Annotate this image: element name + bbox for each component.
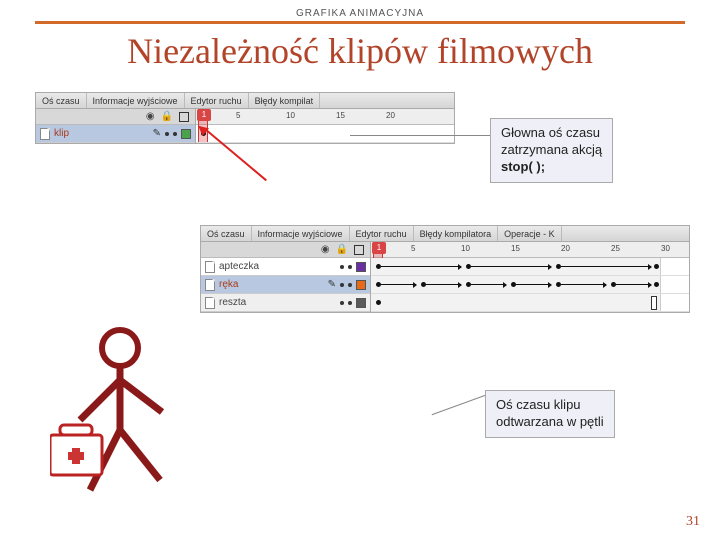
layer-row-reka[interactable]: ręka ✎ xyxy=(201,276,370,294)
layer-type-icon xyxy=(205,261,215,273)
tab-os-czasu[interactable]: Oś czasu xyxy=(36,93,87,108)
tween xyxy=(561,266,651,267)
keyframe[interactable] xyxy=(654,264,659,269)
tab-operacje[interactable]: Operacje - K xyxy=(498,226,562,241)
layer-name: klip xyxy=(54,128,149,139)
tween xyxy=(381,266,461,267)
timeline-tabs: Oś czasu Informacje wyjściowe Edytor ruc… xyxy=(201,226,689,242)
keyframe[interactable] xyxy=(654,282,659,287)
frame-row[interactable] xyxy=(371,276,689,294)
layer-name: reszta xyxy=(219,297,336,308)
layer-column: ◉ 🔒 apteczka ręka ✎ reszta xyxy=(201,242,371,312)
tab-edytor[interactable]: Edytor ruchu xyxy=(350,226,414,241)
layer-row-klip[interactable]: klip ✎ xyxy=(36,125,195,143)
tab-info[interactable]: Informacje wyjściowe xyxy=(252,226,350,241)
tab-bledy[interactable]: Błędy kompilat xyxy=(249,93,321,108)
timeline-panel-clip: Oś czasu Informacje wyjściowe Edytor ruc… xyxy=(200,225,690,313)
layer-header: ◉ 🔒 xyxy=(36,109,195,125)
end-frame[interactable] xyxy=(651,296,657,310)
timeline-panel-main: Oś czasu Informacje wyjściowe Edytor ruc… xyxy=(35,92,455,144)
playhead-label: 1 xyxy=(372,242,386,254)
tab-bledy[interactable]: Błędy kompilatora xyxy=(414,226,499,241)
layer-header: ◉ 🔒 xyxy=(201,242,370,258)
frame-row[interactable] xyxy=(371,294,689,312)
callout-main-axis: Głowna oś czasu zatrzymana akcją stop( )… xyxy=(490,118,613,183)
tween xyxy=(516,284,551,285)
tween xyxy=(471,284,506,285)
lock-icon[interactable]: 🔒 xyxy=(161,111,173,122)
layer-row-reszta[interactable]: reszta xyxy=(201,294,370,312)
layer-type-icon xyxy=(40,128,50,140)
layer-type-icon xyxy=(205,279,215,291)
vis-dot xyxy=(340,301,344,305)
vis-dot xyxy=(340,265,344,269)
layer-type-icon xyxy=(205,297,215,309)
tab-edytor[interactable]: Edytor ruchu xyxy=(185,93,249,108)
page-number: 31 xyxy=(686,514,700,530)
color-swatch[interactable] xyxy=(356,262,366,272)
kicker: GRAFIKA ANIMACYJNA xyxy=(35,0,685,24)
pencil-icon: ✎ xyxy=(328,279,336,290)
callout-connector xyxy=(350,135,490,136)
vis-dot xyxy=(340,283,344,287)
frame-row[interactable] xyxy=(196,125,454,143)
tween xyxy=(616,284,651,285)
eye-icon[interactable]: ◉ xyxy=(146,111,155,122)
frame-row[interactable] xyxy=(371,258,689,276)
eye-icon[interactable]: ◉ xyxy=(321,244,330,255)
tween xyxy=(381,284,416,285)
color-swatch[interactable] xyxy=(356,298,366,308)
playhead-label: 1 xyxy=(197,109,211,121)
tween xyxy=(561,284,606,285)
frames-area[interactable]: 5 10 15 20 1 xyxy=(196,109,454,143)
outline-icon[interactable] xyxy=(179,112,189,122)
tab-os-czasu[interactable]: Oś czasu xyxy=(201,226,252,241)
layer-name: ręka xyxy=(219,279,324,290)
layer-row-apteczka[interactable]: apteczka xyxy=(201,258,370,276)
frame-ruler: 5 10 15 20 25 30 xyxy=(371,242,689,258)
tab-info[interactable]: Informacje wyjściowe xyxy=(87,93,185,108)
layer-name: apteczka xyxy=(219,261,336,272)
color-swatch[interactable] xyxy=(181,129,191,139)
lock-dot xyxy=(348,265,352,269)
vis-dot xyxy=(165,132,169,136)
page-title: Niezależność klipów filmowych xyxy=(0,30,720,72)
stick-figure-illustration xyxy=(50,320,210,510)
lock-dot xyxy=(348,283,352,287)
frame-ruler: 5 10 15 20 xyxy=(196,109,454,125)
lock-dot xyxy=(348,301,352,305)
color-swatch[interactable] xyxy=(356,280,366,290)
callout-connector xyxy=(432,394,489,415)
frames-area[interactable]: 5 10 15 20 25 30 1 xyxy=(371,242,689,312)
tween xyxy=(426,284,461,285)
pencil-icon: ✎ xyxy=(153,128,161,139)
timeline-tabs: Oś czasu Informacje wyjściowe Edytor ruc… xyxy=(36,93,454,109)
lock-icon[interactable]: 🔒 xyxy=(336,244,348,255)
layer-column: ◉ 🔒 klip ✎ xyxy=(36,109,196,143)
tween xyxy=(471,266,551,267)
callout-clip-axis: Oś czasu klipu odtwarzana w pętli xyxy=(485,390,615,438)
keyframe[interactable] xyxy=(376,300,381,305)
lock-dot xyxy=(173,132,177,136)
outline-icon[interactable] xyxy=(354,245,364,255)
